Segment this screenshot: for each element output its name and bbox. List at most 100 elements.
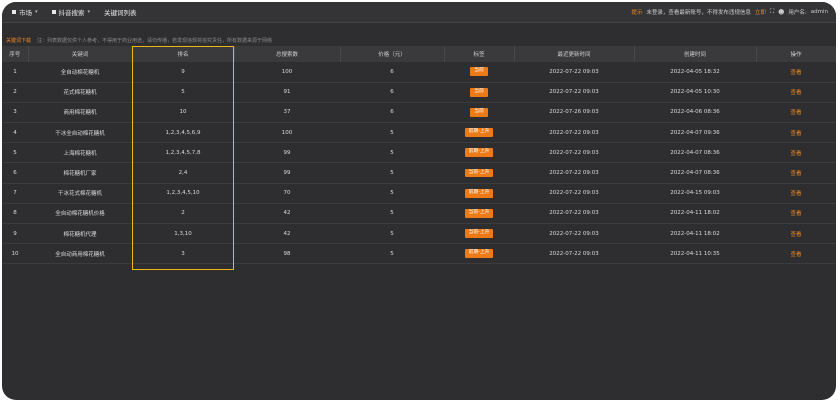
updated-time-cell: 2022-07-22 09:03 — [549, 210, 599, 217]
rank-cell: 5 — [181, 89, 185, 96]
column-header: 操作 — [756, 46, 836, 62]
column-header: 序号 — [2, 46, 29, 62]
rank-cell: 1,2,3,4,5,6,9 — [165, 129, 201, 136]
created-time-cell: 2022-04-07 08:36 — [670, 170, 720, 177]
view-action-link[interactable]: 查看 — [756, 102, 836, 122]
rank-cell: 2,4 — [178, 170, 188, 177]
updated-time-cell: 2022-07-22 09:03 — [549, 190, 599, 197]
status-badge: 当前-上升 — [464, 168, 494, 178]
column-header: 排名 — [132, 46, 235, 62]
rank-cell: 3 — [181, 250, 185, 257]
notice-title[interactable]: 关键词下载 — [6, 37, 31, 44]
status-badge: 前期-上升 — [464, 188, 494, 198]
user-icon: ☻ — [778, 8, 785, 16]
view-action-link[interactable]: 查看 — [756, 163, 836, 183]
chevron-down-icon: ▾ — [87, 9, 91, 15]
price-cell: 5 — [390, 250, 394, 257]
view-action-link[interactable]: 查看 — [756, 62, 836, 82]
row-number: 1 — [13, 68, 17, 75]
table-row: 3 商用棉花糖机 10 37 6 当前 2022-07-26 09:03 2022-04-06… — [2, 102, 836, 123]
column-header: 创建时间 — [634, 46, 757, 62]
view-action-link[interactable]: 查看 — [756, 143, 836, 163]
table-row: 6 棉花糖机厂家 2,4 99 5 当前-上升 2022-07-22 09:03 2022-0… — [2, 163, 836, 184]
column-header: 标签 — [444, 46, 515, 62]
user-name[interactable]: admin — [811, 9, 828, 15]
price-cell: 6 — [390, 68, 394, 75]
nav-item-label: 市场 — [19, 9, 32, 17]
price-cell: 6 — [390, 89, 394, 96]
nav-item-douyin-search[interactable]: 抖音搜索 ▾ — [51, 7, 91, 17]
search-count-cell: 99 — [283, 149, 291, 156]
keyword-cell: 商用棉花糖机 — [63, 110, 97, 117]
keyword-cell: 全自动商用棉花糖机 — [55, 251, 105, 258]
updated-time-cell: 2022-07-22 09:03 — [549, 89, 599, 96]
created-time-cell: 2022-04-05 18:32 — [670, 68, 720, 75]
keyword-cell: 花式棉花糖机 — [63, 90, 97, 97]
view-action-link[interactable]: 查看 — [756, 224, 836, 244]
search-count-cell: 99 — [283, 170, 291, 177]
table-header-row: 序号 关键词 排名 总搜索数 价格（元） 标签 最近更新时间 创建时间 操作 — [2, 46, 836, 62]
view-action-link[interactable]: 查看 — [756, 183, 836, 203]
table-row: 7 干冰花式棉花糖机 1,2,3,4,5,10 70 5 前期-上升 2022-07-22 … — [2, 183, 836, 204]
column-header: 最近更新时间 — [514, 46, 635, 62]
row-number: 8 — [13, 210, 17, 217]
status-badge: 前期-上升 — [464, 249, 494, 259]
notice-bar: 关键词下载 注：列表数据仅供个人参考，不得用于商业用途，请勿传播，若发现违规将追… — [2, 34, 836, 46]
keyword-table: 序号 关键词 排名 总搜索数 价格（元） 标签 最近更新时间 创建时间 操作 1 全自动棉花糖机 9… — [2, 46, 836, 264]
search-count-cell: 100 — [281, 129, 293, 136]
row-number: 9 — [13, 230, 17, 237]
tag-cell: 前期-上升 — [444, 244, 514, 264]
tag-cell: 当前 — [444, 82, 514, 102]
status-badge: 当前-上升 — [464, 229, 494, 238]
nav-item-label: 抖音搜索 — [58, 9, 85, 17]
fullscreen-icon[interactable]: ⛶ — [770, 8, 774, 16]
status-badge: 前期-上升 — [464, 148, 494, 158]
header-action-link[interactable]: 立即 — [755, 8, 766, 16]
price-cell: 6 — [390, 109, 394, 116]
tag-cell: 当前 — [444, 102, 514, 122]
tag-cell: 前期-上升 — [444, 183, 514, 203]
row-number: 5 — [13, 149, 17, 156]
rank-cell: 9 — [181, 68, 185, 75]
updated-time-cell: 2022-07-22 09:03 — [549, 149, 599, 156]
price-cell: 5 — [390, 129, 394, 136]
updated-time-cell: 2022-07-22 09:03 — [549, 250, 599, 257]
tag-cell: 当前-上升 — [444, 203, 514, 223]
view-action-link[interactable]: 查看 — [756, 244, 836, 264]
nav-item-market[interactable]: 市场 ▾ — [12, 7, 38, 17]
view-action-link[interactable]: 查看 — [756, 123, 836, 143]
created-time-cell: 2022-04-11 18:02 — [670, 210, 720, 217]
rank-cell: 1,3,10 — [174, 230, 192, 237]
column-header: 总搜索数 — [234, 46, 341, 62]
row-number: 7 — [13, 190, 17, 197]
table-row: 9 棉花糖机代理 1,3,10 42 5 当前-上升 2022-07-22 09:03 202… — [2, 224, 836, 244]
table-row: 2 花式棉花糖机 5 91 6 当前 2022-07-22 09:03 2022-04-05 … — [2, 82, 836, 103]
tag-cell: 当前-上升 — [444, 163, 514, 183]
row-number: 2 — [13, 89, 17, 96]
updated-time-cell: 2022-07-22 09:03 — [549, 68, 599, 75]
nav-item-keyword-list[interactable]: 关键词列表 — [104, 7, 137, 17]
keyword-cell: 干冰全自动棉花糖机 — [55, 130, 105, 137]
column-header: 关键词 — [28, 46, 133, 62]
table-body: 1 全自动棉花糖机 9 100 6 当前 2022-07-22 09:03 2022-04-0… — [2, 62, 836, 264]
status-badge: 当前 — [470, 87, 488, 97]
app-window: 市场 ▾ 抖音搜索 ▾ 关键词列表 提示 未登录，查看最新账号，不得发布违规信息… — [2, 2, 836, 400]
top-bar: 市场 ▾ 抖音搜索 ▾ 关键词列表 提示 未登录，查看最新账号，不得发布违规信息… — [2, 2, 836, 23]
updated-time-cell: 2022-07-22 09:03 — [549, 230, 599, 237]
view-action-link[interactable]: 查看 — [756, 203, 836, 223]
keyword-cell: 全自动棉花糖机 — [60, 69, 100, 76]
status-badge: 前期-上升 — [464, 128, 494, 138]
user-label: 用户名: — [788, 10, 807, 16]
search-count-cell: 42 — [283, 210, 291, 217]
row-number: 4 — [13, 129, 17, 136]
tag-cell: 当前-上升 — [444, 224, 514, 244]
rank-cell: 2 — [181, 210, 185, 217]
table-row: 10 全自动商用棉花糖机 3 98 5 前期-上升 2022-07-22 09:03 2022… — [2, 244, 836, 264]
rank-cell: 1,2,3,4,5,7,8 — [165, 149, 201, 156]
table-row: 5 上海棉花糖机 1,2,3,4,5,7,8 99 5 前期-上升 2022-07-22 0… — [2, 143, 836, 163]
view-action-link[interactable]: 查看 — [756, 82, 836, 102]
keyword-cell: 上海棉花糖机 — [63, 150, 97, 157]
updated-time-cell: 2022-07-22 09:03 — [549, 129, 599, 136]
created-time-cell: 2022-04-05 10:30 — [670, 89, 720, 96]
search-count-cell: 100 — [281, 68, 293, 75]
